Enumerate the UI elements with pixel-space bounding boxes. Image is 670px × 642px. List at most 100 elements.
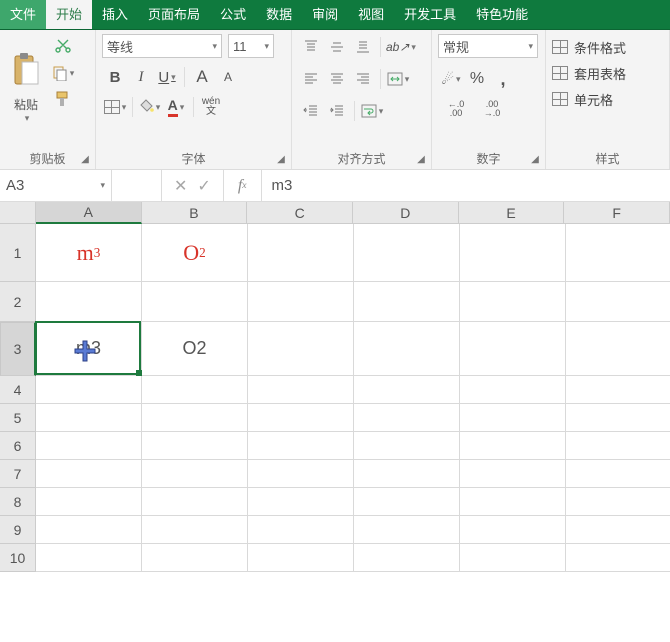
tab-开始[interactable]: 开始 [46,0,92,29]
row-header-7[interactable]: 7 [0,460,36,488]
align-left-button[interactable] [299,67,323,91]
cell-D1[interactable] [354,224,460,282]
enter-icon[interactable]: ✓ [197,176,210,196]
cell-C5[interactable] [248,404,354,432]
cell-C8[interactable] [248,488,354,516]
fx-button[interactable]: fx [224,170,262,201]
tab-审阅[interactable]: 审阅 [302,0,348,29]
cell-A1[interactable]: m3 [36,224,142,282]
select-all-corner[interactable] [0,202,36,224]
cell-E2[interactable] [460,282,566,322]
tab-插入[interactable]: 插入 [92,0,138,29]
cell-F10[interactable] [566,544,670,572]
cell-F6[interactable] [566,432,670,460]
formula-input[interactable]: m3 [262,177,670,194]
cell-E8[interactable] [460,488,566,516]
accounting-format-button[interactable]: ☄▾ [439,67,463,91]
phonetic-guide-button[interactable]: wén 文 [199,95,223,119]
cell-A5[interactable] [36,404,142,432]
number-format-select[interactable]: 常规 ▾ [438,34,538,58]
comma-button[interactable]: , [491,67,515,91]
cell-F5[interactable] [566,404,670,432]
column-header-B[interactable]: B [142,202,248,224]
font-size-select[interactable]: 11 ▾ [228,34,274,58]
cell-E5[interactable] [460,404,566,432]
cell-F4[interactable] [566,376,670,404]
font-name-select[interactable]: 等线 ▾ [102,34,222,58]
underline-button[interactable]: U▾ [155,65,179,89]
borders-button[interactable]: ▾ [103,95,127,119]
name-box[interactable]: A3 ▾ [0,170,112,202]
align-bottom-button[interactable] [351,35,375,59]
cell-F2[interactable] [566,282,670,322]
increase-indent-button[interactable] [325,99,349,123]
cell-B1[interactable]: O2 [142,224,248,282]
dialog-launcher[interactable]: ◢ [79,153,91,165]
cell-A6[interactable] [36,432,142,460]
align-right-button[interactable] [351,67,375,91]
cell-C1[interactable] [248,224,354,282]
cell-B9[interactable] [142,516,248,544]
tab-公式[interactable]: 公式 [210,0,256,29]
merge-cells-button[interactable]: ▾ [386,67,410,91]
cell-D2[interactable] [354,282,460,322]
cell-E1[interactable] [460,224,566,282]
row-header-5[interactable]: 5 [0,404,36,432]
dialog-launcher[interactable]: ◢ [529,153,541,165]
cell-B8[interactable] [142,488,248,516]
row-header-2[interactable]: 2 [0,282,36,322]
cell-C10[interactable] [248,544,354,572]
cell-C3[interactable] [248,322,354,376]
cell-B4[interactable] [142,376,248,404]
cell-B2[interactable] [142,282,248,322]
cell-A3[interactable]: m3 [36,322,142,376]
align-top-button[interactable] [299,35,323,59]
cell-A2[interactable] [36,282,142,322]
column-header-D[interactable]: D [353,202,459,224]
cell-C7[interactable] [248,460,354,488]
cell-D4[interactable] [354,376,460,404]
row-header-9[interactable]: 9 [0,516,36,544]
grow-font-button[interactable]: A [190,65,214,89]
column-header-A[interactable]: A [36,202,142,224]
cell-E4[interactable] [460,376,566,404]
decrease-decimal-button[interactable]: .00 →.0 [475,97,509,121]
tab-视图[interactable]: 视图 [348,0,394,29]
row-header-1[interactable]: 1 [0,224,36,282]
cell-B6[interactable] [142,432,248,460]
tab-特色功能[interactable]: 特色功能 [466,0,538,29]
align-center-button[interactable] [325,67,349,91]
cell-E6[interactable] [460,432,566,460]
shrink-font-button[interactable]: A [216,65,240,89]
cell-E9[interactable] [460,516,566,544]
cell-A7[interactable] [36,460,142,488]
font-color-button[interactable]: A▾ [164,95,188,119]
cell-C6[interactable] [248,432,354,460]
cell-C9[interactable] [248,516,354,544]
italic-button[interactable]: I [129,65,153,89]
percent-button[interactable]: % [465,67,489,91]
cell-D6[interactable] [354,432,460,460]
cell-F8[interactable] [566,488,670,516]
cell-A10[interactable] [36,544,142,572]
tab-页面布局[interactable]: 页面布局 [138,0,210,29]
format-painter-button[interactable] [51,87,75,111]
cancel-icon[interactable]: ✕ [174,176,187,196]
bold-button[interactable]: B [103,65,127,89]
wrap-text-button[interactable]: ▾ [360,99,384,123]
cell-A8[interactable] [36,488,142,516]
cell-E10[interactable] [460,544,566,572]
row-header-3[interactable]: 3 [0,322,36,376]
increase-decimal-button[interactable]: ←.0 .00 [439,97,473,121]
cell-styles-button[interactable]: 单元格 [552,86,663,112]
cell-F3[interactable] [566,322,670,376]
format-as-table-button[interactable]: 套用表格 [552,60,663,86]
conditional-formatting-button[interactable]: 条件格式 [552,34,663,60]
cell-D8[interactable] [354,488,460,516]
cell-F7[interactable] [566,460,670,488]
cell-F9[interactable] [566,516,670,544]
cell-D5[interactable] [354,404,460,432]
dialog-launcher[interactable]: ◢ [415,153,427,165]
copy-button[interactable]: ▾ [51,61,75,85]
cut-button[interactable] [51,35,75,59]
